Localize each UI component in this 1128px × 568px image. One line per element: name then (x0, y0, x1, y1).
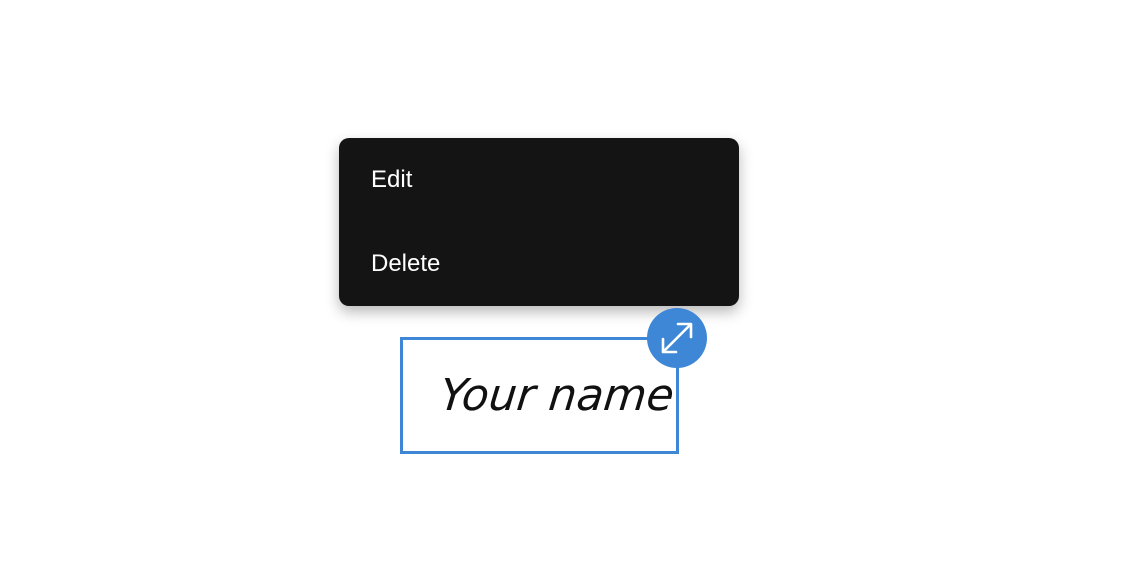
context-menu: Edit Delete (339, 138, 739, 306)
resize-handle[interactable] (647, 308, 707, 368)
expand-arrows-icon (661, 322, 693, 354)
signature-text: Your name (437, 370, 676, 421)
signature-field[interactable]: Your name (400, 337, 679, 454)
signature-drawing: Your name (437, 370, 676, 421)
menu-item-edit[interactable]: Edit (339, 138, 739, 222)
menu-item-delete[interactable]: Delete (339, 222, 739, 306)
